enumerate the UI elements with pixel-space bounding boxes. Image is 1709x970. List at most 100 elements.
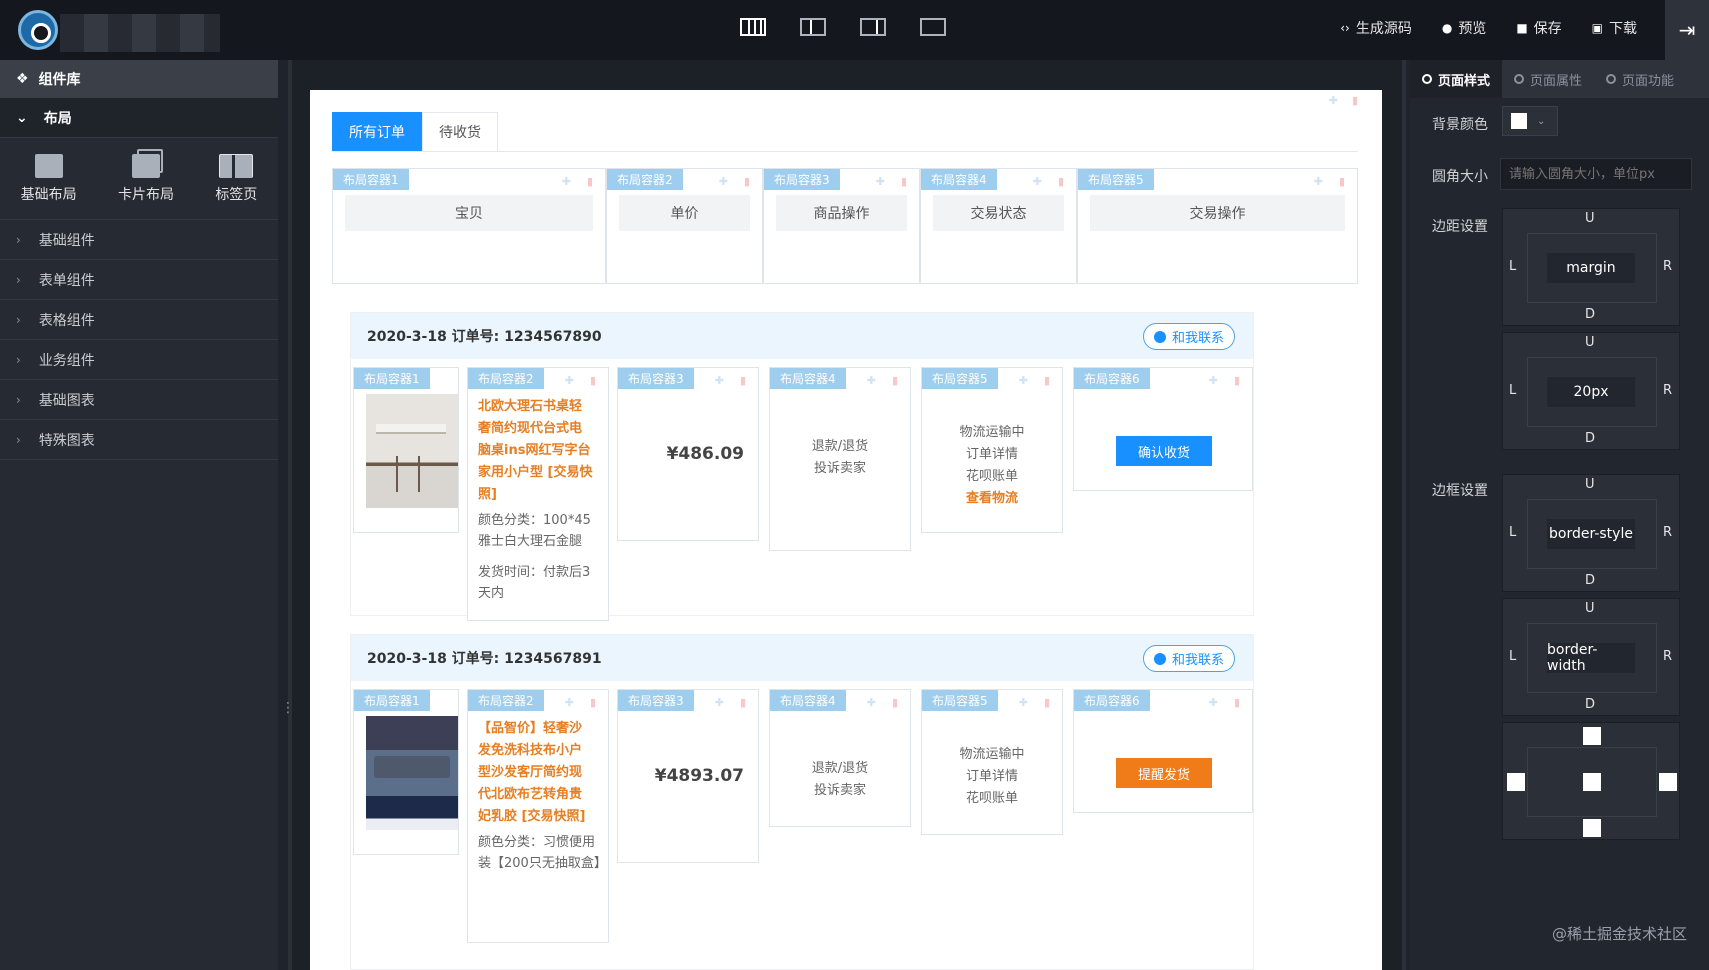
tab-pending-receipt[interactable]: 待收货: [422, 112, 498, 151]
layout-container[interactable]: 布局容器1: [353, 367, 459, 533]
border-left-color-swatch[interactable]: [1507, 773, 1525, 791]
margin-value[interactable]: margin: [1547, 253, 1635, 283]
margin-left-handle[interactable]: L: [1509, 259, 1516, 274]
bg-color-picker[interactable]: ⌄: [1502, 106, 1558, 136]
layout-container[interactable]: 布局容器2 ✚ ▮ 【品智价】轻奢沙发免洗科技布小户型沙发客厅简约现代北欧布艺转角…: [467, 689, 609, 943]
layout-container[interactable]: 布局容器3 ✚ ▮ 商品操作: [763, 168, 920, 284]
border-width-left-handle[interactable]: L: [1509, 649, 1516, 664]
product-title-link[interactable]: 【品智价】轻奢沙发免洗科技布小户型沙发客厅简约现代北欧布艺转角贵妃乳胶 [交易快…: [478, 718, 594, 828]
border-top-handle[interactable]: U: [1585, 477, 1595, 492]
add-icon[interactable]: ✚: [1329, 94, 1338, 107]
confirm-receipt-button[interactable]: 确认收货: [1116, 436, 1212, 466]
border-width-top-handle[interactable]: U: [1585, 601, 1595, 616]
layout-container[interactable]: 布局容器3 ✚ ▮ ¥486.09: [617, 367, 759, 541]
trash-icon[interactable]: ▮: [892, 374, 898, 387]
tab-page-functions[interactable]: 页面功能: [1594, 60, 1686, 98]
trash-icon[interactable]: ▮: [744, 175, 750, 188]
layout-container[interactable]: 布局容器4 ✚ ▮ 交易状态: [920, 168, 1077, 284]
trash-icon[interactable]: ▮: [1044, 696, 1050, 709]
tab-layout-item[interactable]: 标签页: [215, 153, 257, 204]
huabei-bill-link[interactable]: 花呗账单: [922, 466, 1062, 488]
trash-icon[interactable]: ▮: [590, 374, 596, 387]
border-width-bottom-handle[interactable]: D: [1585, 697, 1595, 712]
sidebar-group-form[interactable]: › 表单组件: [0, 260, 278, 300]
trash-icon[interactable]: ▮: [590, 696, 596, 709]
border-left-handle[interactable]: L: [1509, 525, 1516, 540]
tab-page-style[interactable]: 页面样式: [1410, 60, 1503, 98]
trash-icon[interactable]: ▮: [1234, 374, 1240, 387]
trash-icon[interactable]: ▮: [1352, 94, 1358, 107]
trash-icon[interactable]: ▮: [587, 175, 593, 188]
add-icon[interactable]: ✚: [1209, 696, 1218, 709]
add-icon[interactable]: ✚: [719, 175, 728, 188]
add-icon[interactable]: ✚: [1019, 374, 1028, 387]
add-icon[interactable]: ✚: [867, 696, 876, 709]
view-logistics-link[interactable]: 查看物流: [922, 488, 1062, 510]
border-width-value[interactable]: border-width: [1547, 642, 1635, 674]
add-icon[interactable]: ✚: [876, 175, 885, 188]
sidebar-group-table[interactable]: › 表格组件: [0, 300, 278, 340]
product-title-link[interactable]: 北欧大理石书桌轻奢简约现代台式电脑桌ins网红写字台家用小户型 [交易快照]: [478, 396, 594, 506]
layout-full-icon[interactable]: [920, 18, 946, 36]
add-icon[interactable]: ✚: [867, 374, 876, 387]
layout-right-sidebar-icon[interactable]: [860, 18, 886, 36]
contact-seller-button[interactable]: 和我联系: [1142, 323, 1235, 350]
drag-handle-icon[interactable]: ⋮: [281, 700, 295, 716]
padding-right-handle[interactable]: R: [1663, 383, 1672, 398]
trash-icon[interactable]: ▮: [1044, 374, 1050, 387]
add-icon[interactable]: ✚: [715, 374, 724, 387]
add-icon[interactable]: ✚: [1019, 696, 1028, 709]
add-icon[interactable]: ✚: [565, 696, 574, 709]
sidebar-group-business[interactable]: › 业务组件: [0, 340, 278, 380]
border-all-color-swatch[interactable]: [1583, 773, 1601, 791]
radius-input[interactable]: [1500, 158, 1692, 190]
layout-container[interactable]: 布局容器4 ✚ ▮ 退款/退货 投诉卖家: [769, 367, 911, 551]
trash-icon[interactable]: ▮: [1339, 175, 1345, 188]
add-icon[interactable]: ✚: [1314, 175, 1323, 188]
sidebar-group-basic-chart[interactable]: › 基础图表: [0, 380, 278, 420]
layout-container[interactable]: 布局容器5 ✚ ▮ 交易操作: [1077, 168, 1358, 284]
add-icon[interactable]: ✚: [562, 175, 571, 188]
layout-container[interactable]: 布局容器4 ✚ ▮ 退款/退货 投诉卖家: [769, 689, 911, 827]
border-right-handle[interactable]: R: [1663, 525, 1672, 540]
sidebar-group-basic[interactable]: › 基础组件: [0, 220, 278, 260]
sidebar-group-special-chart[interactable]: › 特殊图表: [0, 420, 278, 460]
refund-link[interactable]: 退款/退货: [770, 758, 910, 780]
layout-container[interactable]: 布局容器1 ✚ ▮ 宝贝: [332, 168, 606, 284]
save-button[interactable]: ■ 保存: [1516, 18, 1561, 38]
layout-container[interactable]: 布局容器2 ✚ ▮ 单价: [606, 168, 763, 284]
trash-icon[interactable]: ▮: [1234, 696, 1240, 709]
product-image[interactable]: [366, 394, 458, 508]
padding-left-handle[interactable]: L: [1509, 383, 1516, 398]
layout-4col-icon[interactable]: [740, 18, 766, 36]
layout-container[interactable]: 布局容器2 ✚ ▮ 北欧大理石书桌轻奢简约现代台式电脑桌ins网红写字台家用小户型…: [467, 367, 609, 621]
layout-container[interactable]: 布局容器5 ✚ ▮ 物流运输中 订单详情 花呗账单: [921, 689, 1063, 835]
border-top-color-swatch[interactable]: [1583, 727, 1601, 745]
refund-link[interactable]: 退款/退货: [770, 436, 910, 458]
border-right-color-swatch[interactable]: [1659, 773, 1677, 791]
generate-code-button[interactable]: ‹› 生成源码: [1340, 18, 1412, 38]
layout-container[interactable]: 布局容器6 ✚ ▮ 确认收货: [1073, 367, 1253, 491]
layout-left-sidebar-icon[interactable]: [800, 18, 826, 36]
padding-value[interactable]: 20px: [1547, 377, 1635, 407]
basic-layout-item[interactable]: 基础布局: [21, 153, 77, 204]
card-layout-item[interactable]: 卡片布局: [118, 148, 174, 204]
border-bottom-color-swatch[interactable]: [1583, 819, 1601, 837]
complain-link[interactable]: 投诉卖家: [770, 458, 910, 480]
margin-top-handle[interactable]: U: [1585, 211, 1595, 226]
layout-section-toggle[interactable]: ⌄ 布局: [0, 98, 278, 138]
trash-icon[interactable]: ▮: [740, 374, 746, 387]
border-bottom-handle[interactable]: D: [1585, 573, 1595, 588]
add-icon[interactable]: ✚: [715, 696, 724, 709]
order-detail-link[interactable]: 订单详情: [922, 444, 1062, 466]
contact-seller-button[interactable]: 和我联系: [1142, 645, 1235, 672]
add-icon[interactable]: ✚: [1209, 374, 1218, 387]
preview-button[interactable]: ● 预览: [1442, 18, 1486, 38]
complain-link[interactable]: 投诉卖家: [770, 780, 910, 802]
add-icon[interactable]: ✚: [565, 374, 574, 387]
trash-icon[interactable]: ▮: [740, 696, 746, 709]
exit-icon[interactable]: ⇥: [1665, 0, 1709, 60]
margin-bottom-handle[interactable]: D: [1585, 307, 1595, 322]
padding-bottom-handle[interactable]: D: [1585, 431, 1595, 446]
download-button[interactable]: ▣ 下载: [1592, 18, 1637, 38]
